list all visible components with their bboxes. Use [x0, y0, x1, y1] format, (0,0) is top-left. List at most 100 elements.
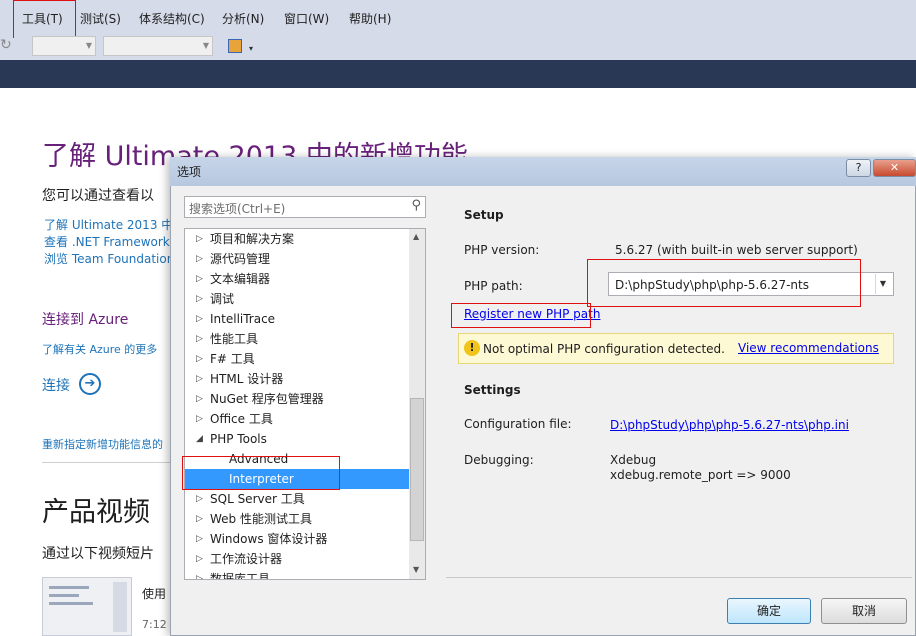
- connect-link[interactable]: 连接: [42, 375, 70, 395]
- warning-icon: !: [464, 340, 480, 356]
- toolbar-combo-1[interactable]: ▼: [32, 36, 96, 56]
- expand-arrow-icon[interactable]: ▷: [196, 389, 203, 409]
- menu-architecture[interactable]: 体系结构(C): [139, 10, 205, 27]
- tree-item[interactable]: ▷ NuGet 程序包管理器: [185, 389, 409, 409]
- tree-item[interactable]: ▷ IntelliTrace: [185, 309, 409, 329]
- video-caption: 使用: [142, 587, 167, 601]
- tree-item-label: 数据库工具: [210, 572, 271, 580]
- title-band: [0, 60, 916, 88]
- tree-item-label: IntelliTrace: [210, 312, 276, 326]
- close-button[interactable]: ✕: [873, 159, 916, 177]
- expand-arrow-icon[interactable]: ▷: [196, 229, 203, 249]
- video-time: 7:12: [142, 618, 167, 631]
- expand-arrow-icon[interactable]: ▷: [196, 409, 203, 429]
- tree-item-label: 性能工具: [210, 332, 259, 346]
- azure-link[interactable]: 了解有关 Azure 的更多: [42, 341, 157, 357]
- expand-arrow-icon[interactable]: ▷: [196, 309, 203, 329]
- dialog-title: 选项: [177, 165, 202, 179]
- tree-item[interactable]: ▷ 源代码管理: [185, 249, 409, 269]
- video-intro: 通过以下视频短片: [42, 546, 154, 562]
- expand-arrow-icon[interactable]: ▷: [196, 369, 203, 389]
- highlight-box: [182, 456, 340, 490]
- tree-item[interactable]: ▷ 项目和解决方案: [185, 229, 409, 249]
- warning-banner: ! Not optimal PHP configuration detected…: [458, 333, 894, 364]
- start-link-1[interactable]: 了解 Ultimate 2013 中: [44, 216, 173, 233]
- tree-item[interactable]: ▷ 工作流设计器: [185, 549, 409, 569]
- tree-item[interactable]: ▷ Office 工具: [185, 409, 409, 429]
- view-recommendations-link[interactable]: View recommendations: [738, 341, 879, 355]
- tree-item-label: 项目和解决方案: [210, 232, 295, 246]
- config-file-label: Configuration file:: [464, 417, 572, 431]
- menu-help[interactable]: 帮助(H): [349, 10, 391, 27]
- options-tree[interactable]: ▷ 项目和解决方案 ▷ 源代码管理 ▷ 文本编辑器 ▷ 调试 ▷ IntelliTrace ▷ 性能工…: [184, 228, 426, 580]
- ok-button[interactable]: 确定: [727, 598, 811, 624]
- menu-bar: [0, 0, 916, 38]
- tree-item[interactable]: ▷ Windows 窗体设计器: [185, 529, 409, 549]
- tree-item[interactable]: ◢ PHP Tools: [185, 429, 409, 449]
- tree-item[interactable]: ▷ SQL Server 工具: [185, 489, 409, 509]
- scrollbar-thumb[interactable]: [410, 398, 424, 541]
- menu-analyze[interactable]: 分析(N): [222, 10, 264, 27]
- tree-item-label: SQL Server 工具: [210, 492, 305, 506]
- collapse-arrow-icon[interactable]: ◢: [196, 429, 203, 449]
- tree-item[interactable]: ▷ 性能工具: [185, 329, 409, 349]
- cancel-button[interactable]: 取消: [821, 598, 907, 624]
- tree-item[interactable]: ▷ 调试: [185, 289, 409, 309]
- start-link-2[interactable]: 查看 .NET Framework: [44, 233, 170, 250]
- debugging-value: Xdebug: [610, 453, 657, 467]
- tree-item[interactable]: ▷ 数据库工具: [185, 569, 409, 580]
- expand-arrow-icon[interactable]: ▷: [196, 529, 203, 549]
- refresh-icon[interactable]: ↻: [0, 37, 12, 53]
- expand-arrow-icon[interactable]: ▷: [196, 329, 203, 349]
- chevron-down-icon[interactable]: ▼: [875, 274, 890, 294]
- search-input[interactable]: 搜索选项(Ctrl+E) ⚲: [184, 196, 426, 218]
- highlight-box: [13, 0, 76, 41]
- search-icon[interactable]: ⚲: [411, 198, 421, 213]
- debugging-label: Debugging:: [464, 453, 534, 467]
- tree-item-label: 文本编辑器: [210, 272, 271, 286]
- tree-item[interactable]: ▷ Web 性能测试工具: [185, 509, 409, 529]
- expand-arrow-icon[interactable]: ▷: [196, 249, 203, 269]
- setup-heading: Setup: [464, 208, 504, 222]
- retarget-link[interactable]: 重新指定新增功能信息的: [42, 436, 163, 452]
- expand-arrow-icon[interactable]: ▷: [196, 269, 203, 289]
- config-file-link[interactable]: D:\phpStudy\php\php-5.6.27-nts\php.ini: [610, 418, 849, 432]
- help-button[interactable]: ?: [846, 159, 871, 177]
- expand-arrow-icon[interactable]: ▷: [196, 569, 203, 579]
- arrow-right-icon[interactable]: ➔: [79, 373, 101, 395]
- php-path-label: PHP path:: [464, 279, 523, 293]
- tree-item-label: 工作流设计器: [210, 552, 283, 566]
- tree-item-label: F# 工具: [210, 352, 255, 366]
- expand-arrow-icon[interactable]: ▷: [196, 509, 203, 529]
- tree-item[interactable]: ▷ F# 工具: [185, 349, 409, 369]
- expand-arrow-icon[interactable]: ▷: [196, 289, 203, 309]
- expand-arrow-icon[interactable]: ▷: [196, 549, 203, 569]
- expand-arrow-icon[interactable]: ▷: [196, 349, 203, 369]
- dropdown-icon[interactable]: ▾: [249, 44, 253, 53]
- tree-item-label: PHP Tools: [210, 432, 267, 446]
- video-thumbnail[interactable]: [42, 577, 132, 636]
- tree-item[interactable]: ▷ 文本编辑器: [185, 269, 409, 289]
- menu-window[interactable]: 窗口(W): [284, 10, 329, 27]
- warning-text: Not optimal PHP configuration detected.: [483, 342, 725, 356]
- menu-test[interactable]: 测试(S): [80, 10, 121, 27]
- close-icon: ✕: [889, 161, 900, 174]
- find-icon[interactable]: [228, 39, 242, 53]
- tree-item-label: HTML 设计器: [210, 372, 284, 386]
- php-version-value: 5.6.27 (with built-in web server support…: [615, 243, 858, 257]
- scroll-down-icon[interactable]: ▼: [413, 565, 419, 574]
- toolbar-combo-2[interactable]: ▼: [103, 36, 213, 56]
- tree-item[interactable]: ▷ HTML 设计器: [185, 369, 409, 389]
- highlight-box: [587, 259, 861, 307]
- php-version-label: PHP version:: [464, 243, 540, 257]
- tree-item-label: 源代码管理: [210, 252, 271, 266]
- tree-item-label: Windows 窗体设计器: [210, 532, 328, 546]
- expand-arrow-icon[interactable]: ▷: [196, 489, 203, 509]
- azure-title: 连接到 Azure: [42, 312, 129, 328]
- start-link-3[interactable]: 浏览 Team Foundation: [44, 250, 174, 267]
- dialog-titlebar[interactable]: [170, 157, 916, 186]
- video-title: 产品视频: [42, 497, 150, 528]
- highlight-box: [451, 303, 591, 328]
- scroll-up-icon[interactable]: ▲: [413, 232, 419, 241]
- divider: [446, 577, 912, 578]
